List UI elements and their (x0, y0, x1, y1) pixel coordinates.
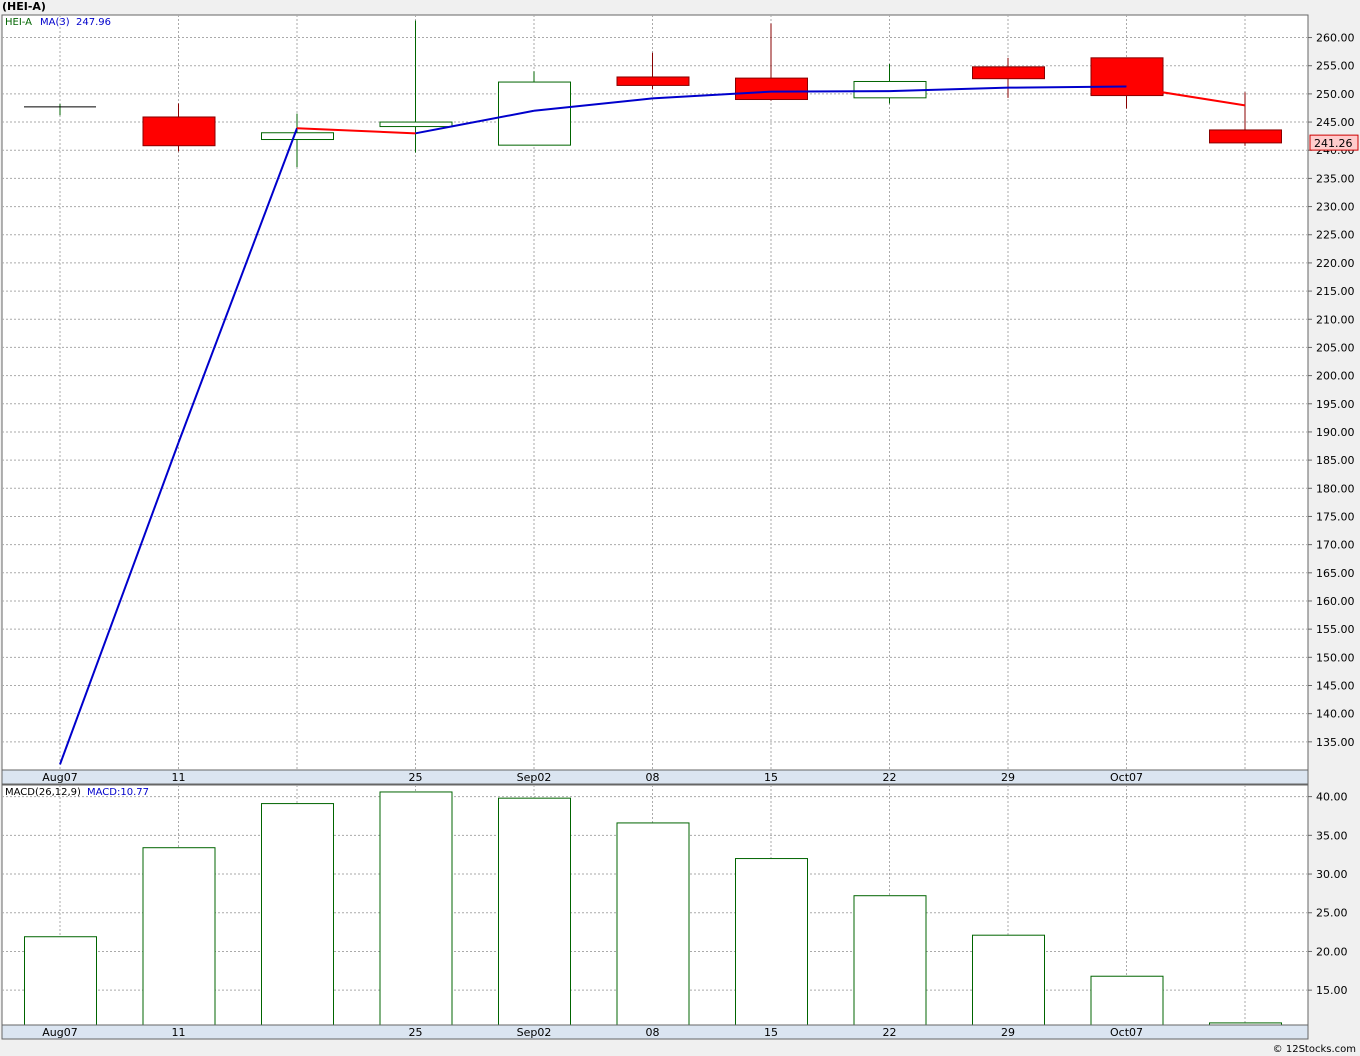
price-x-axis-tick-label: Oct07 (1110, 771, 1143, 784)
price-y-tick-label: 225.00 (1316, 229, 1355, 242)
price-y-tick-label: 160.00 (1316, 595, 1355, 608)
price-y-tick-label: 150.00 (1316, 651, 1355, 664)
macd-x-axis-tick-label: 29 (1001, 1026, 1015, 1039)
price-y-tick-label: 180.00 (1316, 482, 1355, 495)
macd-y-tick-label: 25.00 (1316, 907, 1348, 920)
price-y-tick-label: 205.00 (1316, 341, 1355, 354)
candle-body (379, 121, 453, 128)
price-x-axis-tick-label: 25 (409, 771, 423, 784)
site-credit: © 12Stocks.com (1272, 1044, 1356, 1055)
price-y-tick-label: 145.00 (1316, 679, 1355, 692)
price-x-axis-tick-label: 22 (883, 771, 897, 784)
price-y-tick-label: 165.00 (1316, 567, 1355, 580)
macd-x-axis-tick-label: Sep02 (517, 1026, 552, 1039)
stock-chart: 135.00 140.00 145.00 150.00 155.00 160.00 165.… (1, 14, 1359, 1040)
price-x-axis-tick-label: 29 (1001, 771, 1015, 784)
macd-y-tick-label: 20.00 (1316, 945, 1348, 958)
price-y-tick-label: 220.00 (1316, 257, 1355, 270)
price-y-tick-label: 210.00 (1316, 313, 1355, 326)
macd-y-tick-label: 35.00 (1316, 829, 1348, 842)
price-x-axis-tick-label: Aug07 (42, 771, 77, 784)
macd-x-axis-tick-label: Aug07 (42, 1026, 77, 1039)
price-y-tick-label: 245.00 (1316, 116, 1355, 129)
macd-y-tick-label: 40.00 (1316, 791, 1348, 804)
candle-body (616, 76, 690, 86)
candle-body (735, 77, 808, 101)
price-y-tick-label: 185.00 (1316, 454, 1355, 467)
macd-bar (142, 847, 216, 1026)
price-x-axis-tick-label: 08 (646, 771, 660, 784)
price-y-tick-label: 175.00 (1316, 510, 1355, 523)
macd-x-axis-tick-label: 08 (646, 1026, 660, 1039)
ma3-line-segment (1007, 85, 1127, 89)
last-price-label: 241.26 (1314, 137, 1353, 150)
price-y-tick-label: 260.00 (1316, 32, 1355, 45)
macd-y-tick-label: 15.00 (1316, 984, 1348, 997)
candle-body (972, 66, 1045, 80)
price-y-tick-label: 170.00 (1316, 539, 1355, 552)
macd-x-axis-tick-label: 22 (883, 1026, 897, 1039)
price-y-tick-label: 250.00 (1316, 88, 1355, 101)
price-legend-ma-label: MA(3) (40, 17, 70, 28)
macd-legend-label: MACD(26,12,9) (5, 787, 81, 798)
macd-y-tick-label: 30.00 (1316, 868, 1348, 881)
macd-legend-value: MACD:10.77 (87, 787, 149, 798)
price-legend-symbol: HEI-A (5, 17, 32, 28)
price-y-tick-label: 200.00 (1316, 370, 1355, 383)
macd-bar (498, 797, 571, 1026)
macd-bar (24, 936, 97, 1026)
candle-body (261, 132, 334, 141)
macd-bar (379, 791, 453, 1026)
price-x-axis-tick-label: Sep02 (517, 771, 552, 784)
macd-x-axis-tick-label: 11 (172, 1026, 186, 1039)
price-y-tick-label: 155.00 (1316, 623, 1355, 636)
price-y-tick-label: 230.00 (1316, 201, 1355, 214)
macd-x-axis-tick-label: 25 (409, 1026, 423, 1039)
price-y-tick-label: 215.00 (1316, 285, 1355, 298)
macd-bar (972, 934, 1045, 1026)
price-y-tick-label: 195.00 (1316, 398, 1355, 411)
macd-bar (261, 803, 334, 1026)
candle-body (1209, 129, 1282, 144)
price-x-axis-tick-label: 15 (764, 771, 778, 784)
price-y-tick-label: 235.00 (1316, 172, 1355, 185)
macd-x-axis-tick-label: 15 (764, 1026, 778, 1039)
macd-bar (853, 895, 927, 1026)
macd-bar (1090, 975, 1164, 1026)
price-y-tick-label: 190.00 (1316, 426, 1355, 439)
macd-bar (735, 858, 808, 1026)
macd-bar (616, 822, 690, 1026)
candle-body (142, 116, 216, 147)
price-y-tick-label: 255.00 (1316, 60, 1355, 73)
price-x-axis-tick-label: 11 (172, 771, 186, 784)
price-legend-ma-value: 247.96 (76, 17, 111, 28)
ma3-line-segment (770, 90, 890, 93)
candle-body (498, 81, 571, 146)
price-y-tick-label: 135.00 (1316, 736, 1355, 749)
price-y-tick-label: 140.00 (1316, 708, 1355, 721)
macd-x-axis-tick-label: Oct07 (1110, 1026, 1143, 1039)
